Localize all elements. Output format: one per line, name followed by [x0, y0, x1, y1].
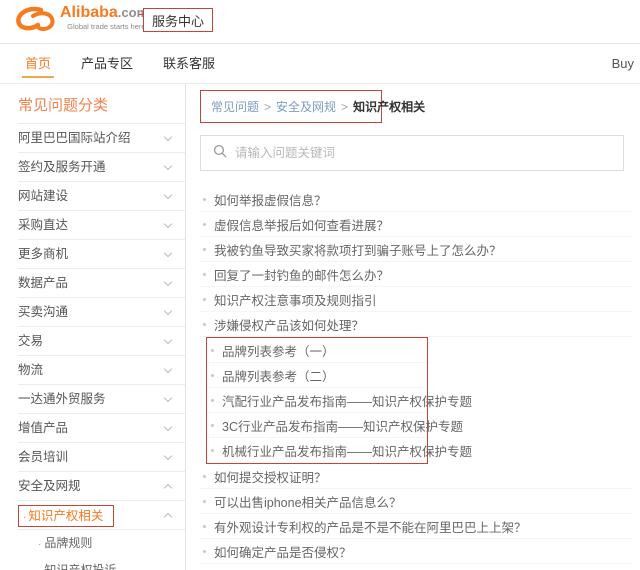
bullet-icon: [203, 247, 206, 251]
chevron-up-icon: [163, 483, 173, 493]
sidebar-item-website-building[interactable]: 网站建设: [18, 182, 185, 211]
bullet-icon: [203, 524, 206, 528]
question-item[interactable]: 虚假信息举报后如何查看进展？: [200, 212, 632, 237]
question-item[interactable]: 我被钓鱼导致买家将款项打到骗子账号上了怎么办？: [200, 237, 632, 262]
main-panel: 常见问题 > 安全及网规 > 知识产权相关 如何举报虚假信息？ 虚假信息举报后如…: [186, 84, 640, 570]
sidebar-item-purchase-direct[interactable]: 采购直达: [18, 211, 185, 240]
header: Alibaba.com™ Global trade starts here.™ …: [0, 0, 640, 44]
sidebar-item-signup-service[interactable]: 签约及服务开通: [18, 153, 185, 182]
bullet-icon: [203, 474, 206, 478]
sidebar-item-intl-site-intro[interactable]: 阿里巴巴国际站介绍: [18, 124, 185, 153]
service-center-annotation-box: 服务中心: [143, 8, 213, 32]
brand-name: Alibaba: [60, 4, 118, 21]
bullet-icon: [203, 272, 206, 276]
content-area: 常见问题分类 阿里巴巴国际站介绍 签约及服务开通 网站建设 采购直达 更多商机 …: [0, 84, 640, 570]
question-item[interactable]: 知识产权注意事项及规则指引: [200, 287, 632, 312]
bullet-icon: ·: [38, 566, 41, 570]
chevron-down-icon: [163, 277, 173, 287]
sidebar-item-logistics[interactable]: 物流: [18, 356, 185, 385]
bullet-icon: ·: [23, 512, 27, 523]
alibaba-smiley-icon: [14, 5, 56, 40]
sidebar-item-ipr-related[interactable]: · 知识产权相关: [18, 501, 185, 530]
sidebar-item-transaction[interactable]: 交易: [18, 327, 185, 356]
chevron-down-icon: [163, 190, 173, 200]
breadcrumb-separator: >: [264, 99, 272, 114]
sidebar-item-brand-rules[interactable]: · 品牌规则: [18, 530, 185, 557]
nav-tab-home[interactable]: 首页: [21, 44, 55, 84]
sidebar-title: 常见问题分类: [18, 97, 109, 114]
chevron-down-icon: [163, 132, 173, 142]
chevron-down-icon: [163, 335, 173, 345]
search-icon: [213, 144, 227, 163]
nav-tab-products[interactable]: 产品专区: [81, 44, 133, 84]
chevron-down-icon: [163, 161, 173, 171]
bullet-icon: [203, 549, 206, 553]
chevron-down-icon: [163, 364, 173, 374]
chevron-down-icon: [163, 393, 173, 403]
breadcrumb-link-security-rules[interactable]: 安全及网规: [276, 98, 336, 115]
sidebar-item-member-training[interactable]: 会员培训: [18, 443, 185, 472]
brand-tagline: Global trade starts here.™: [67, 22, 156, 31]
sidebar-item-value-added-products[interactable]: 增值产品: [18, 414, 185, 443]
question-item[interactable]: 涉嫌侵权产品该如何处理？: [200, 312, 632, 337]
bullet-icon: [203, 499, 206, 503]
bullet-icon: [203, 297, 206, 301]
chevron-up-icon: [163, 512, 173, 522]
bullet-icon: [203, 322, 206, 326]
logo-text: Alibaba.com™ Global trade starts here.™: [60, 5, 155, 31]
bullet-icon: [211, 398, 214, 402]
chevron-down-icon: [163, 248, 173, 258]
sidebar-item-trade-communication[interactable]: 买卖沟通: [18, 298, 185, 327]
bullet-icon: [211, 373, 214, 377]
service-center-page: Alibaba.com™ Global trade starts here.™ …: [0, 0, 640, 570]
question-annotation-box: 品牌列表参考（一） 品牌列表参考（二） 汽配行业产品发布指南——知识产权保护专题…: [206, 337, 472, 464]
question-item[interactable]: 如何举报虚假信息？: [200, 187, 632, 212]
question-item[interactable]: 有外观设计专利权的产品是不是不能在阿里巴巴上上架？: [200, 514, 632, 539]
sidebar-item-ipr-complaint[interactable]: ·知识产权投诉: [18, 557, 185, 570]
bullet-icon: [211, 348, 214, 352]
question-item[interactable]: 如何确定产品是否侵权？: [200, 539, 632, 564]
question-item[interactable]: 回复了一封钓鱼的邮件怎么办？: [200, 262, 632, 287]
faq-category-sidebar: 常见问题分类 阿里巴巴国际站介绍 签约及服务开通 网站建设 采购直达 更多商机 …: [0, 84, 186, 570]
alibaba-logo[interactable]: Alibaba.com™ Global trade starts here.™: [14, 5, 155, 40]
ipr-annotation-box: · 知识产权相关: [18, 505, 115, 527]
sidebar-item-data-products[interactable]: 数据产品: [18, 269, 185, 298]
chevron-down-icon: [163, 422, 173, 432]
breadcrumb-current-ipr-related: 知识产权相关: [353, 100, 426, 114]
sidebar-item-more-business[interactable]: 更多商机: [18, 240, 185, 269]
question-item[interactable]: 品牌列表参考（一）: [207, 338, 427, 363]
question-item[interactable]: 如何提交授权证明？: [200, 464, 632, 489]
question-search-box: [200, 135, 624, 171]
search-input[interactable]: [235, 146, 623, 160]
nav-tab-contact-support[interactable]: 联系客服: [163, 44, 215, 84]
question-item[interactable]: 汽配行业产品发布指南——知识产权保护专题: [207, 388, 472, 413]
bullet-icon: [211, 449, 214, 452]
bullet-icon: ·: [38, 539, 42, 550]
sidebar-item-security-rules[interactable]: 安全及网规: [18, 472, 185, 501]
chevron-down-icon: [163, 306, 173, 316]
bullet-icon: [203, 197, 206, 201]
sidebar-item-onetouch-service[interactable]: 一达通外贸服务: [18, 385, 185, 414]
question-item[interactable]: 3C行业产品发布指南——知识产权保护专题: [207, 413, 463, 438]
top-nav: 首页 产品专区 联系客服 Buy: [0, 44, 640, 84]
chevron-down-icon: [163, 219, 173, 229]
breadcrumb: 常见问题 > 安全及网规 > 知识产权相关: [200, 90, 425, 123]
breadcrumb-link-faq[interactable]: 常见问题: [211, 98, 259, 115]
bullet-icon: [211, 423, 214, 427]
question-item[interactable]: 机械行业产品发布指南——知识产权保护专题: [207, 438, 472, 463]
bullet-icon: [203, 222, 206, 226]
question-item[interactable]: 品牌列表参考（二）: [207, 363, 427, 388]
sidebar-category-list: 阿里巴巴国际站介绍 签约及服务开通 网站建设 采购直达 更多商机 数据产品 买卖…: [18, 123, 185, 501]
nav-buy-link[interactable]: Buy: [612, 56, 634, 71]
question-item[interactable]: 可以出售iphone相关产品信息么？: [200, 489, 632, 514]
service-center-label: 服务中心: [151, 13, 204, 29]
breadcrumb-separator: >: [341, 99, 349, 114]
question-list: 如何举报虚假信息？ 虚假信息举报后如何查看进展？ 我被钓鱼导致买家将款项打到骗子…: [200, 187, 632, 564]
chevron-down-icon: [163, 451, 173, 461]
